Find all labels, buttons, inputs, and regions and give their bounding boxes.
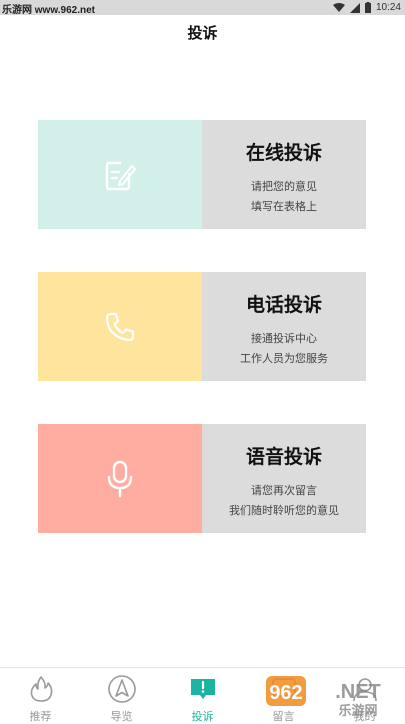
card-line-2: 工作人员为您服务 [240,352,328,365]
tab-recommend[interactable]: 推荐 [0,668,81,724]
tab-label: 推荐 [29,710,52,723]
phone-complaint-card[interactable]: 电话投诉 接通投诉中心 工作人员为您服务 [38,272,366,381]
card-line-1: 请把您的意见 [251,180,317,193]
battery-icon [364,2,371,13]
wifi-icon [332,2,345,12]
card-text-panel: 语音投诉 请您再次留言 我们随时聆听您的意见 [202,424,366,533]
card-icon-panel [38,120,202,229]
voice-complaint-card[interactable]: 语音投诉 请您再次留言 我们随时聆听您的意见 [38,424,366,533]
flame-icon [30,676,53,702]
tab-label: 导览 [110,710,133,723]
status-bar-right: 10:24 [332,0,401,15]
card-line-1: 请您再次留言 [251,484,317,497]
tab-complaint[interactable]: 投诉 [162,668,243,724]
card-title: 语音投诉 [245,446,322,468]
status-bar-site-text: 乐游网 www.962.net [2,5,95,16]
online-complaint-card[interactable]: 在线投诉 请把您的意见 填写在表格上 [38,120,366,229]
site-watermark-logo: 962 .NET 乐游网 [266,676,381,718]
card-text-panel: 在线投诉 请把您的意见 填写在表格上 [202,120,366,229]
svg-text:.NET: .NET [335,681,381,703]
tab-label: 投诉 [191,710,214,723]
card-line-2: 填写在表格上 [251,200,317,213]
card-line-1: 接通投诉中心 [251,332,317,345]
card-line-2: 我们随时聆听您的意见 [229,504,339,517]
tab-guide[interactable]: 导览 [81,668,162,724]
page-title: 投诉 [187,24,218,42]
svg-text:962: 962 [269,682,302,704]
card-title: 在线投诉 [245,142,322,164]
card-icon-panel [38,272,202,381]
svg-text:乐游网: 乐游网 [338,703,377,718]
compass-icon [108,675,136,703]
card-title: 电话投诉 [245,294,322,316]
mic-icon [107,460,133,497]
card-icon-panel [38,424,202,533]
status-bar: 乐游网 www.962.net 10:24 [0,0,405,16]
edit-icon [105,161,137,190]
phone-icon [105,312,135,341]
status-bar-time: 10:24 [375,2,401,13]
signal-icon [349,2,360,13]
complaint-icon [191,679,215,699]
card-text-panel: 电话投诉 接通投诉中心 工作人员为您服务 [202,272,366,381]
